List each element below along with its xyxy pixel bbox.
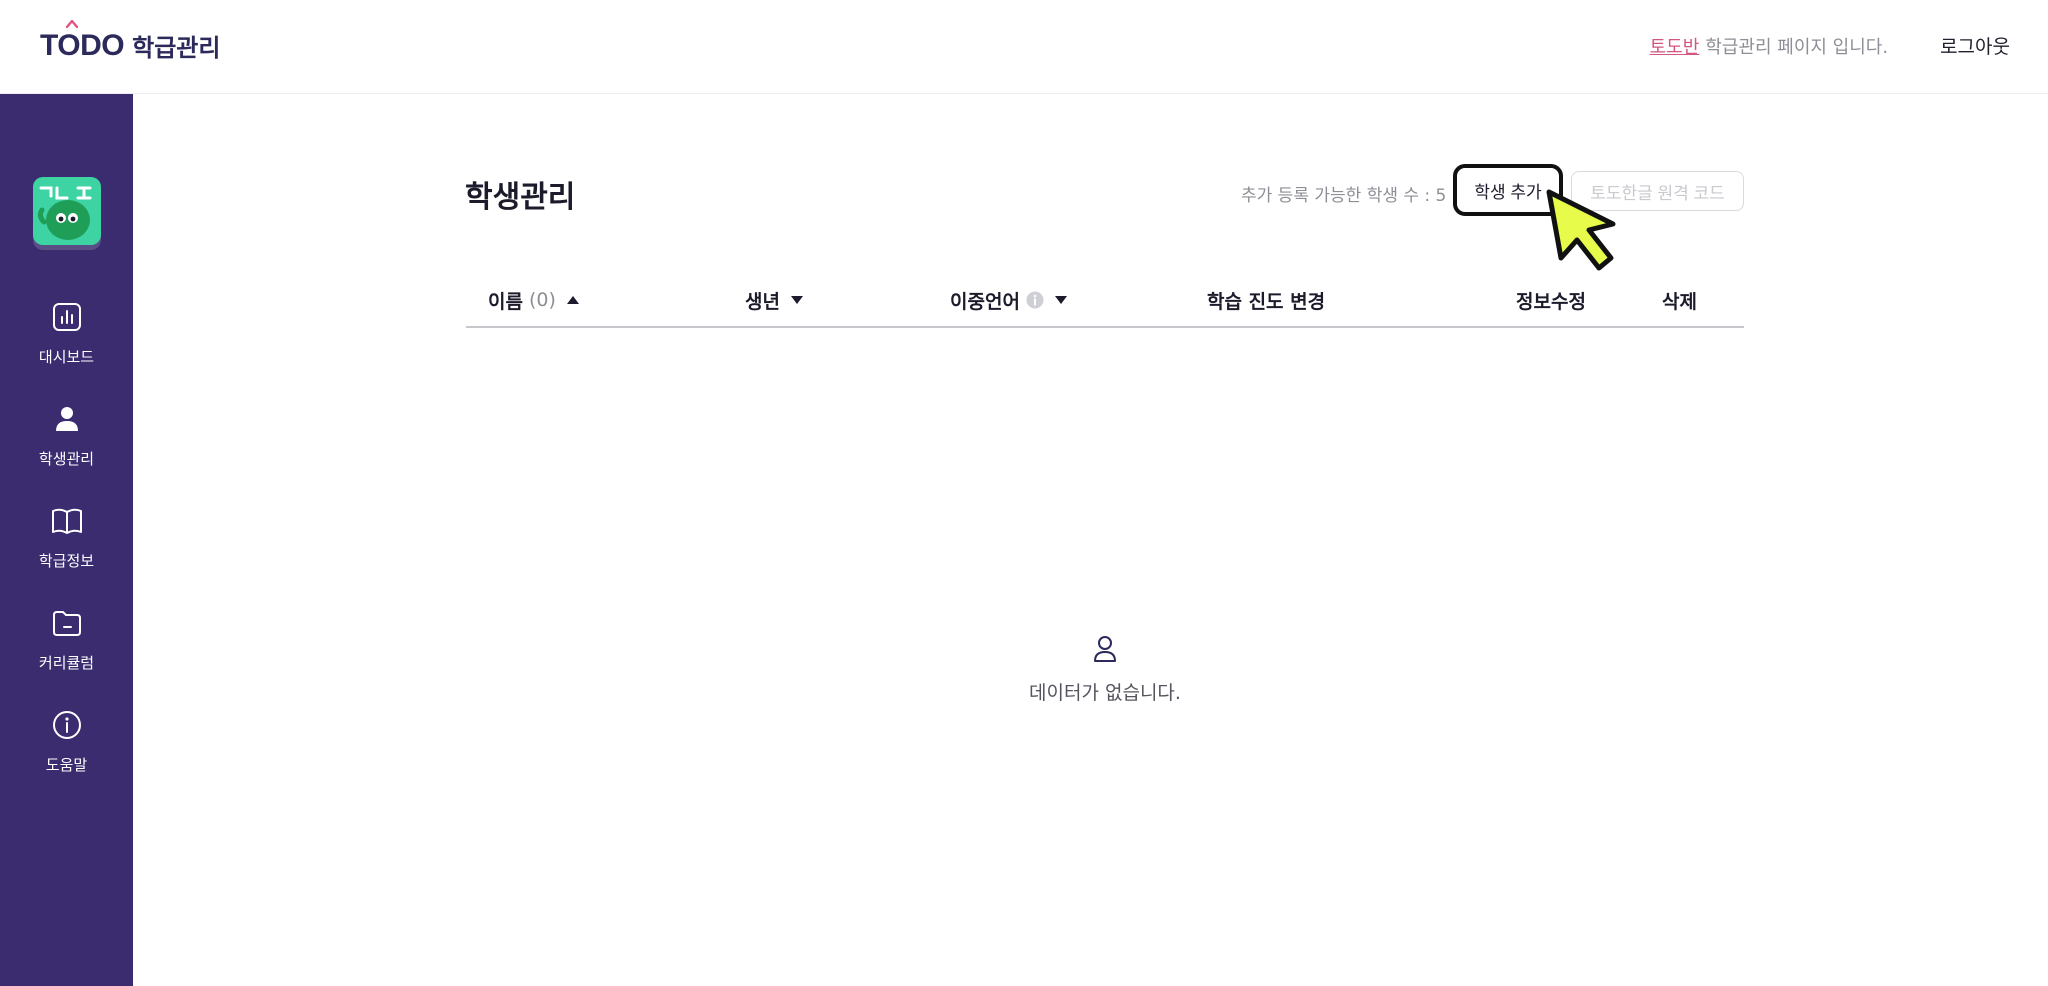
column-birth-year-label: 생년 bbox=[745, 290, 780, 313]
sidebar-item-label: 학생관리 bbox=[38, 450, 95, 468]
column-delete: 삭제 bbox=[1662, 272, 1697, 328]
column-name-label: 이름 bbox=[488, 290, 523, 313]
app-logo[interactable]: TODO 학급관리 bbox=[40, 20, 221, 63]
sidebar-item-curriculum[interactable]: 커리큘럼 bbox=[0, 606, 133, 708]
class-page-caption: 학급관리 페이지 입니다. bbox=[1705, 36, 1889, 58]
column-progress: 학습 진도 변경 bbox=[1207, 272, 1325, 328]
info-icon bbox=[52, 711, 81, 739]
sidebar-item-label: 학급정보 bbox=[38, 552, 95, 570]
top-header: TODO 학급관리 토도반 학급관리 페이지 입니다. 로그아웃 bbox=[0, 0, 2048, 94]
page-title: 학생관리 bbox=[465, 180, 576, 215]
sidebar-item-label: 커리큘럼 bbox=[38, 654, 95, 672]
chart-icon bbox=[52, 303, 81, 331]
column-progress-label: 학습 진도 변경 bbox=[1207, 290, 1326, 313]
sidebar-item-help[interactable]: 도움말 bbox=[0, 708, 133, 810]
column-edit-label: 정보수정 bbox=[1516, 290, 1586, 313]
column-birth-year[interactable]: 생년 bbox=[745, 272, 804, 328]
column-delete-label: 삭제 bbox=[1662, 290, 1697, 313]
logo-subtitle: 학급관리 bbox=[132, 34, 221, 62]
sidebar-nav: 대시보드 학생관리 학급정보 커리큘럼 도움말 bbox=[0, 300, 133, 810]
sidebar-item-dashboard[interactable]: 대시보드 bbox=[0, 300, 133, 402]
student-count: (0) bbox=[528, 289, 556, 311]
user-icon bbox=[55, 407, 78, 431]
book-icon bbox=[51, 508, 82, 534]
empty-state-message: 데이터가 없습니다. bbox=[1029, 682, 1181, 704]
student-table-header: 이름 (0) 생년 이중언어 학습 진도 변경 정보수정 삭제 bbox=[466, 272, 1744, 328]
profile-avatar[interactable] bbox=[32, 176, 102, 252]
main-content: 학생관리 추가 등록 가능한 학생 수 : 5 학생 추가 토도한글 원격 코드… bbox=[133, 94, 2048, 986]
sidebar: 대시보드 학생관리 학급정보 커리큘럼 도움말 bbox=[0, 94, 133, 986]
sidebar-item-label: 대시보드 bbox=[38, 348, 95, 366]
info-circle-icon[interactable] bbox=[1026, 291, 1044, 309]
header-right: 토도반 학급관리 페이지 입니다. 로그아웃 bbox=[1650, 32, 2010, 59]
empty-state: 데이터가 없습니다. bbox=[466, 634, 1744, 705]
sidebar-item-label: 도움말 bbox=[45, 756, 88, 774]
sort-down-icon[interactable] bbox=[1054, 295, 1068, 305]
sort-up-icon[interactable] bbox=[566, 295, 580, 305]
remaining-student-quota: 추가 등록 가능한 학생 수 : 5 bbox=[1241, 186, 1447, 206]
column-bilingual[interactable]: 이중언어 bbox=[950, 272, 1068, 328]
logout-button[interactable]: 로그아웃 bbox=[1940, 32, 2010, 59]
logo-accent-icon bbox=[66, 20, 78, 28]
column-edit: 정보수정 bbox=[1516, 272, 1586, 328]
logo-wordmark: TODO bbox=[40, 28, 125, 62]
class-name-link[interactable]: 토도반 bbox=[1650, 33, 1700, 59]
column-bilingual-label: 이중언어 bbox=[950, 290, 1020, 313]
sort-down-icon[interactable] bbox=[790, 295, 804, 305]
mouse-cursor-icon bbox=[1546, 189, 1616, 271]
column-name[interactable]: 이름 (0) bbox=[488, 272, 580, 328]
sidebar-item-class-info[interactable]: 학급정보 bbox=[0, 504, 133, 606]
sidebar-item-students[interactable]: 학생관리 bbox=[0, 402, 133, 504]
folder-icon bbox=[52, 611, 81, 636]
user-outline-icon bbox=[1094, 636, 1116, 662]
